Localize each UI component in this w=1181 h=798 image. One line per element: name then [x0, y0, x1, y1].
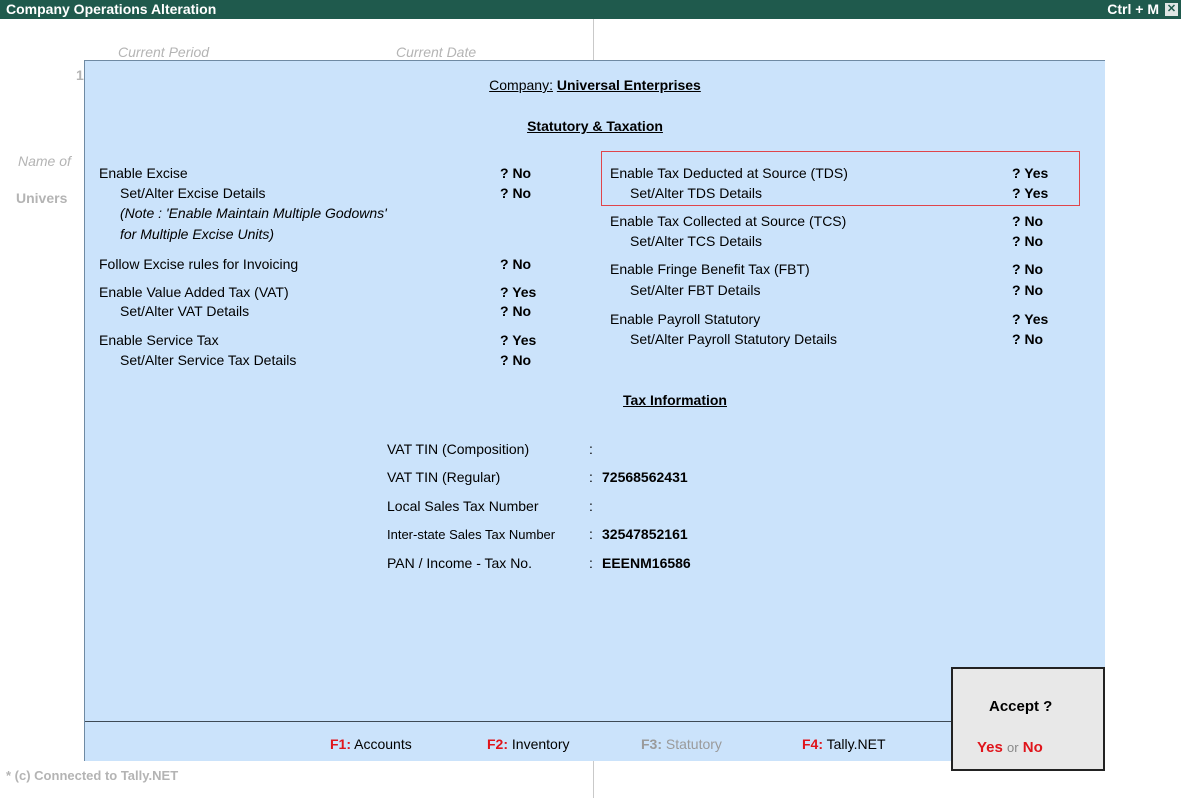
shortcut-label: Ctrl + M [1107, 1, 1159, 17]
section-tax-info-heading: Tax Information [623, 392, 727, 408]
excise-note-line2: for Multiple Excise Units) [120, 226, 275, 242]
follow-excise-label: Follow Excise rules for Invoicing [99, 256, 299, 272]
f1-key: F1: [330, 736, 351, 752]
pan-sep: : [589, 555, 593, 571]
f2-inventory-button[interactable]: F2: Inventory [487, 736, 569, 752]
excise-details-label: Set/Alter Excise Details [120, 185, 266, 201]
f3-label: Statutory [665, 736, 722, 752]
service-tax-details-value[interactable]: ? No [500, 352, 531, 368]
enable-vat-value[interactable]: ? Yes [500, 284, 536, 300]
enable-excise-value[interactable]: ? No [500, 165, 531, 181]
pan-value[interactable]: EEENM16586 [602, 555, 691, 571]
f4-key: F4: [802, 736, 823, 752]
bg-current-period-label: Current Period [118, 44, 210, 60]
enable-payroll-label: Enable Payroll Statutory [610, 311, 761, 327]
company-label: Company: [489, 77, 553, 93]
company-header: Company: Universal Enterprises [85, 77, 1105, 93]
vat-tin-regular-label: VAT TIN (Regular) [387, 469, 501, 485]
enable-payroll-value[interactable]: ? Yes [1012, 311, 1048, 327]
enable-service-tax-label: Enable Service Tax [99, 332, 219, 348]
excise-details-value[interactable]: ? No [500, 185, 531, 201]
interstate-sales-tax-sep: : [589, 526, 593, 542]
vat-tin-regular-sep: : [589, 469, 593, 485]
payroll-details-value[interactable]: ? No [1012, 331, 1043, 347]
f2-label: Inventory [511, 736, 570, 752]
enable-service-tax-value[interactable]: ? Yes [500, 332, 536, 348]
window-title: Company Operations Alteration [6, 1, 217, 17]
excise-note-line1: (Note : 'Enable Maintain Multiple Godown… [120, 205, 387, 221]
footer-divider [85, 721, 951, 722]
f3-statutory-button[interactable]: F3: Statutory [641, 736, 722, 752]
local-sales-tax-sep: : [589, 498, 593, 514]
tds-highlight-box [601, 151, 1080, 206]
company-name: Universal Enterprises [556, 77, 701, 93]
interstate-sales-tax-label: Inter-state Sales Tax Number [387, 527, 556, 542]
f4-tallynet-button[interactable]: F4: Tally.NET [802, 736, 886, 752]
accept-yes-button[interactable]: Yes [977, 739, 1003, 756]
vat-tin-regular-value[interactable]: 72568562431 [602, 469, 688, 485]
accept-or-text: or [1007, 740, 1019, 755]
interstate-sales-tax-value[interactable]: 32547852161 [602, 526, 688, 542]
enable-tcs-value[interactable]: ? No [1012, 213, 1043, 229]
f4-label: Tally.NET [826, 736, 886, 752]
f3-key: F3: [641, 736, 662, 752]
fbt-details-value[interactable]: ? No [1012, 282, 1043, 298]
f2-key: F2: [487, 736, 508, 752]
bg-current-date-label: Current Date [396, 44, 477, 60]
f1-label: Accounts [354, 736, 412, 752]
enable-excise-label: Enable Excise [99, 165, 188, 181]
local-sales-tax-label: Local Sales Tax Number [387, 498, 539, 514]
bg-name-of-label: Name of [18, 153, 71, 169]
close-icon[interactable]: ✕ [1165, 3, 1178, 16]
f1-accounts-button[interactable]: F1: Accounts [330, 736, 412, 752]
pan-label: PAN / Income - Tax No. [387, 555, 532, 571]
title-bar: Company Operations Alteration Ctrl + M ✕ [0, 0, 1181, 19]
enable-vat-label: Enable Value Added Tax (VAT) [99, 284, 289, 300]
vat-tin-composition-label: VAT TIN (Composition) [387, 441, 530, 457]
accept-options: Yes or No [977, 739, 1043, 756]
service-tax-details-label: Set/Alter Service Tax Details [120, 352, 297, 368]
connected-status: * (c) Connected to Tally.NET [6, 768, 179, 783]
enable-fbt-value[interactable]: ? No [1012, 261, 1043, 277]
enable-tcs-label: Enable Tax Collected at Source (TCS) [610, 213, 847, 229]
accept-question: Accept ? [989, 698, 1053, 715]
vat-tin-composition-sep: : [589, 441, 593, 457]
payroll-details-label: Set/Alter Payroll Statutory Details [630, 331, 837, 347]
tcs-details-value[interactable]: ? No [1012, 233, 1043, 249]
enable-fbt-label: Enable Fringe Benefit Tax (FBT) [610, 261, 810, 277]
follow-excise-value[interactable]: ? No [500, 256, 531, 272]
bg-company-fragment: Univers [16, 190, 68, 206]
section-statutory-heading: Statutory & Taxation [527, 118, 663, 134]
vat-details-label: Set/Alter VAT Details [120, 303, 250, 319]
bg-period-fragment: 1 [76, 67, 84, 83]
accept-dialog: Accept ? Yes or No [951, 667, 1105, 771]
fbt-details-label: Set/Alter FBT Details [630, 282, 761, 298]
tcs-details-label: Set/Alter TCS Details [630, 233, 763, 249]
accept-no-button[interactable]: No [1023, 739, 1043, 756]
vat-details-value[interactable]: ? No [500, 303, 531, 319]
